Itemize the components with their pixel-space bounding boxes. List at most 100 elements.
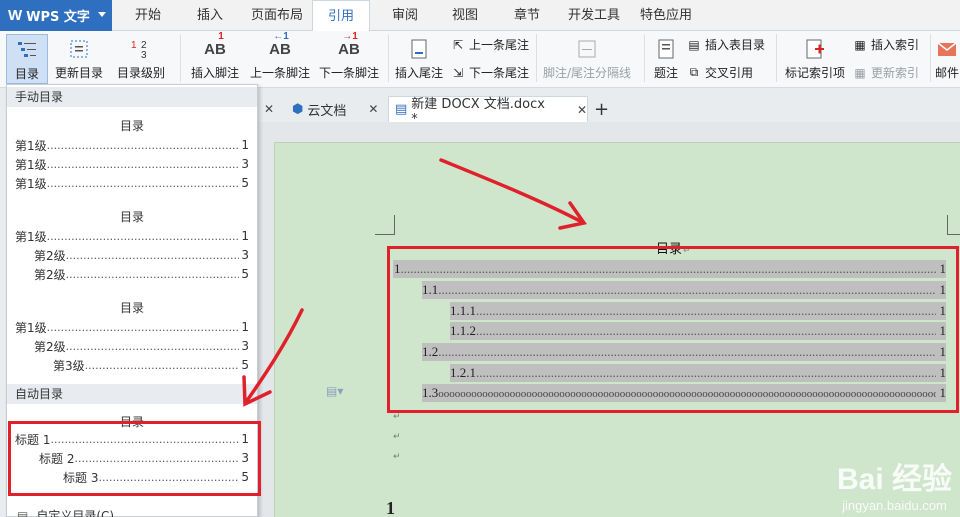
insert-endnote-button[interactable]: 插入尾注 (392, 34, 446, 81)
prev-endnote-label: 上一条尾注 (469, 38, 530, 52)
caption-label: 题注 (653, 66, 678, 80)
toc-entry-page: 1 (939, 344, 947, 359)
toc-button[interactable]: 目录 (6, 34, 48, 84)
toc-template-auto[interactable]: 目录 标题 1 1 标题 2 3 标题 3 5 (7, 407, 257, 491)
tab-review[interactable]: 审阅 (380, 0, 430, 31)
tab-section[interactable]: 章节 (502, 0, 552, 31)
toc-leader (401, 261, 937, 277)
toc-entry[interactable]: 1 1 (393, 260, 946, 278)
toc-entry[interactable]: 1.1.2 1 (450, 322, 946, 340)
toc-level-button[interactable]: 123 目录级别 (110, 34, 172, 81)
tab-insert[interactable]: 插入 (184, 0, 236, 31)
prev-endnote-button[interactable]: ⇱ 上一条尾注 (450, 36, 529, 53)
separator-button[interactable]: 脚注/尾注分隔线 (540, 34, 634, 81)
tab-cloud-docs[interactable]: ⬢ 云文档 ✕ (292, 96, 382, 122)
template-line-page: 5 (241, 470, 249, 484)
toc-entry[interactable]: 1.1 1 (422, 281, 946, 299)
watermark-url: jingyan.baidu.com (842, 498, 947, 513)
insert-table-of-figures-button[interactable]: ▤ 插入表目录 (686, 36, 765, 53)
toc-entry[interactable]: 1.1.1 1 (450, 302, 946, 320)
table-of-figures-icon: ▤ (688, 37, 700, 52)
tab-references[interactable]: 引用 (312, 0, 370, 32)
template-line: 第2级 3 (34, 247, 249, 263)
toc-entry[interactable]: 1.2.1 1 (450, 364, 946, 382)
template-line-page: 1 (241, 432, 249, 446)
ribbon-separator (536, 34, 537, 82)
toc-template-1[interactable]: 目录 第1级 1 第1级 3 第1级 5 (7, 111, 257, 195)
template-line: 标题 3 5 (63, 469, 249, 485)
cube-icon: ⬢ (292, 101, 304, 117)
toc-leader (476, 303, 936, 319)
tab-developer[interactable]: 开发工具 (562, 0, 626, 31)
tab-view[interactable]: 视图 (440, 0, 490, 31)
insert-footnote-button[interactable]: AB 1 插入脚注 (186, 31, 244, 81)
toc-leader (476, 323, 936, 339)
chevron-down-icon (98, 12, 106, 17)
insert-index-icon: ▦ (854, 37, 866, 52)
tab-features[interactable]: 特色应用 (634, 0, 698, 31)
mark-entry-button[interactable]: 标记索引项 (782, 34, 848, 81)
tab-page-layout[interactable]: 页面布局 (246, 0, 308, 31)
cross-reference-button[interactable]: ⧉ 交叉引用 (686, 64, 753, 81)
template-line-page: 3 (241, 157, 249, 171)
toc-template-3[interactable]: 目录 第1级 1 第2级 3 第3级 5 (7, 293, 257, 377)
template-line-text: 第1级 (15, 229, 47, 244)
app-name: WPS 文字 (26, 10, 90, 25)
toc-level-icon: 123 (129, 34, 153, 64)
toc-entry-page: 1 (939, 261, 947, 276)
template-line-page: 3 (241, 339, 249, 353)
svg-text:1: 1 (131, 40, 137, 51)
paste-options-icon[interactable]: ▤▾ (326, 384, 343, 398)
toc-title-text: 目录 (656, 242, 683, 257)
toc-entry-page: 1 (939, 303, 947, 318)
auto-toc-header: 自动目录 (7, 384, 257, 404)
template-title: 目录 (119, 210, 144, 224)
template-line-page: 5 (241, 267, 249, 281)
template-line-page: 3 (241, 248, 249, 262)
insert-index-button[interactable]: ▦ 插入索引 (852, 36, 919, 53)
tab-new-docx[interactable]: ▤ 新建 DOCX 文档.docx * ✕ (388, 96, 588, 127)
next-footnote-button[interactable]: AB →1 下一条脚注 (316, 31, 382, 81)
next-endnote-button[interactable]: ⇲ 下一条尾注 (450, 64, 529, 81)
toc-template-2[interactable]: 目录 第1级 1 第2级 3 第2级 5 (7, 202, 257, 286)
prev-footnote-label: 上一条脚注 (249, 66, 310, 80)
update-index-button[interactable]: ▦ 更新索引 (852, 64, 919, 81)
toc-entry[interactable]: 1.2 1 (422, 343, 946, 361)
cross-reference-icon: ⧉ (689, 65, 699, 79)
new-tab-button[interactable]: + (594, 96, 614, 122)
next-footnote-label: 下一条脚注 (318, 66, 379, 80)
wps-logo-icon: W (8, 7, 23, 24)
tab-close-icon[interactable]: ✕ (258, 96, 274, 122)
caption-button[interactable]: 题注 (650, 34, 682, 81)
tab-home[interactable]: 开始 (122, 0, 174, 31)
cross-reference-label: 交叉引用 (705, 66, 754, 80)
template-line-page: 1 (241, 138, 249, 152)
app-menu-button[interactable]: W WPS 文字 (0, 0, 112, 31)
close-icon[interactable]: ✕ (577, 103, 587, 117)
update-index-label: 更新索引 (871, 66, 920, 80)
toc-entry-text: 1.1.2 (450, 323, 476, 338)
insert-index-label: 插入索引 (871, 38, 920, 52)
custom-toc-label: 自定义目录(C)... (36, 509, 126, 517)
menu-bar: W WPS 文字 开始 插入 页面布局 引用 审阅 视图 章节 开发工具 特色应… (0, 0, 960, 32)
margin-corner (947, 215, 960, 235)
document-tab-bar: ✕ ⬢ 云文档 ✕ ▤ 新建 DOCX 文档.docx * ✕ + (258, 96, 960, 127)
custom-toc-item[interactable]: ▤ 自定义目录(C)... (17, 507, 126, 517)
template-line: 第1级 3 (15, 156, 249, 172)
toc-dropdown-panel: 手动目录 目录 第1级 1 第1级 3 第1级 5 目录 第1级 1 第2级 3 第2级 5… (6, 84, 258, 517)
template-line-text: 第1级 (15, 320, 47, 335)
template-line: 第2级 3 (34, 338, 249, 354)
template-line: 第1级 5 (15, 175, 249, 191)
toc-leader (438, 385, 936, 401)
prev-footnote-button[interactable]: AB ←1 上一条脚注 (248, 31, 312, 81)
next-endnote-label: 下一条尾注 (469, 66, 530, 80)
mail-button[interactable]: 邮件 (934, 34, 960, 81)
close-icon[interactable]: ✕ (368, 102, 378, 116)
body-heading-number: 1 (386, 498, 395, 517)
template-line-text: 标题 1 (15, 432, 51, 447)
toc-leader (476, 365, 936, 381)
ribbon-separator (388, 34, 389, 82)
toc-entry[interactable]: 1.3 1 (422, 384, 946, 402)
update-toc-button[interactable]: 更新目录 (52, 34, 106, 81)
template-line-text: 标题 2 (39, 451, 75, 466)
